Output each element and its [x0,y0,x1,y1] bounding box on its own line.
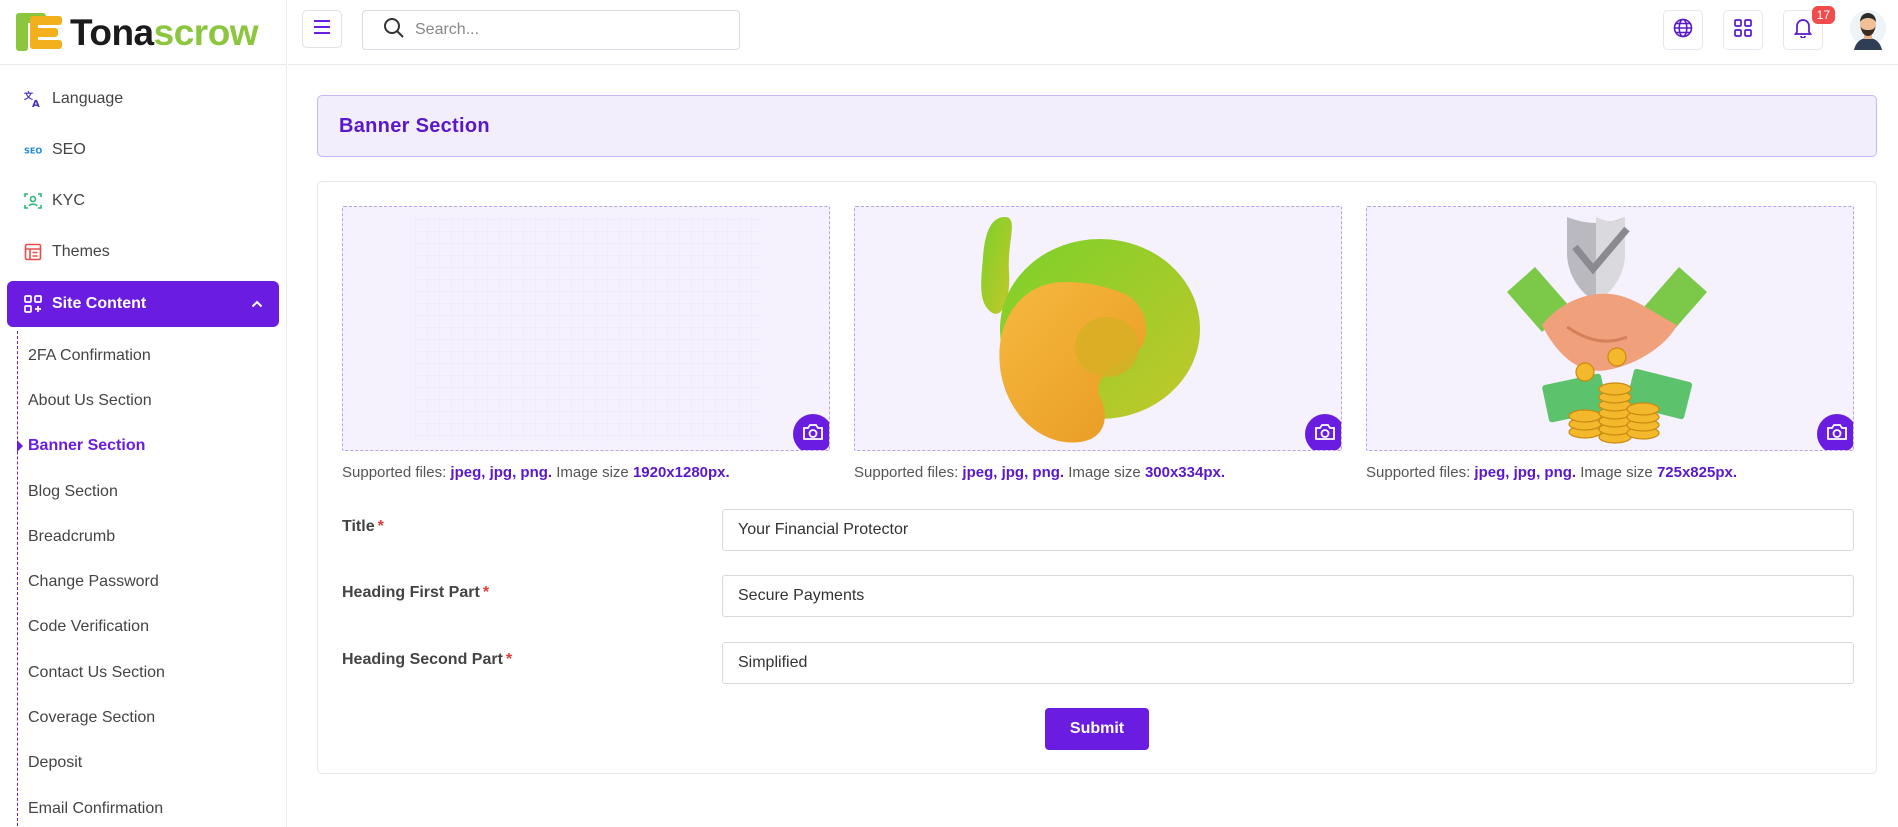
image-dropzone[interactable] [1366,206,1854,451]
heading-second-part-input[interactable] [722,642,1854,684]
site-content-submenu: 2FA Confirmation About Us Section Banner… [17,331,286,827]
page-title: Banner Section [339,114,490,137]
sidebar-item-label: KYC [52,191,85,209]
form-row-heading-first: Heading First Part * [342,575,1854,617]
language-button[interactable] [1663,10,1703,50]
brand-logo[interactable]: Tonascrow [0,0,286,64]
upload-camera-button[interactable] [1305,414,1341,450]
seo-icon: SEO [24,141,42,159]
menu-toggle-button[interactable] [302,10,342,48]
submenu-item-change-password[interactable]: Change Password [18,559,286,604]
grid-plus-icon [24,295,42,313]
image-dropzone[interactable] [854,206,1342,451]
sidebar-item-label: Themes [52,242,110,260]
upload-background-image: Supported files: jpeg, jpg, png. Image s… [342,206,830,481]
heading-first-part-label: Heading First Part * [342,584,490,601]
submenu-item-email-confirmation[interactable]: Email Confirmation [18,786,286,827]
abstract-shape-image [981,217,1200,443]
search-input[interactable] [415,21,715,39]
section-header: Banner Section [317,95,1877,157]
sidebar: Tonascrow 文A Language SEO SEO KYC Themes [0,0,287,827]
upload-hero-image: Supported files: jpeg, jpg, png. Image s… [1366,206,1854,481]
bell-icon [1793,18,1813,42]
hamburger-icon [313,20,331,38]
submenu-item-about-us-section[interactable]: About Us Section [18,378,286,423]
brand-name: Tonascrow [70,11,259,53]
sidebar-item-seo[interactable]: SEO SEO [0,124,286,175]
sidebar-item-label: SEO [52,140,86,158]
search-box[interactable] [362,10,740,50]
form-row-title: Title * [342,509,1854,551]
title-label: Title * [342,518,384,535]
sidebar-item-language[interactable]: 文A Language [0,73,286,124]
upload-camera-button[interactable] [1817,414,1853,450]
handshake-money-image [1507,217,1707,444]
upload-camera-button[interactable] [793,414,829,450]
camera-icon [1826,422,1848,446]
svg-text:A: A [32,99,40,108]
banner-form-card: Supported files: jpeg, jpg, png. Image s… [317,181,1877,774]
svg-text:SEO: SEO [24,145,42,155]
submenu-item-coverage-section[interactable]: Coverage Section [18,695,286,740]
logo-mark-icon [16,13,68,51]
themes-icon [24,243,42,261]
heading-second-part-label: Heading Second Part * [342,651,513,668]
image-uploads: Supported files: jpeg, jpg, png. Image s… [342,206,1854,481]
avatar[interactable] [1850,10,1886,50]
submit-button[interactable]: Submit [1045,708,1149,750]
submenu-item-blog-section[interactable]: Blog Section [18,469,286,514]
sidebar-item-site-content[interactable]: Site Content [7,281,279,327]
camera-icon [1314,422,1336,446]
translate-icon: 文A [24,90,42,108]
grid-icon [1734,19,1752,41]
submenu-item-banner-section[interactable]: Banner Section [17,424,286,469]
form-row-heading-second: Heading Second Part * [342,642,1854,684]
notifications-button[interactable]: 17 [1783,6,1835,50]
face-scan-icon [24,192,42,210]
submenu-item-contact-us-section[interactable]: Contact Us Section [18,650,286,695]
upload-hint: Supported files: jpeg, jpg, png. Image s… [342,464,730,481]
submenu-item-deposit[interactable]: Deposit [18,741,286,786]
upload-shape-image: Supported files: jpeg, jpg, png. Image s… [854,206,1342,481]
globe-icon [1673,18,1693,42]
submenu-item-code-verification[interactable]: Code Verification [18,605,286,650]
search-icon [383,17,405,43]
apps-button[interactable] [1723,10,1763,50]
background-preview-image [413,217,763,442]
camera-icon [802,422,824,446]
sidebar-item-themes[interactable]: Themes [0,226,286,277]
submenu-item-2fa-confirmation[interactable]: 2FA Confirmation [18,333,286,378]
image-dropzone[interactable] [342,206,830,451]
sidebar-item-label: Site Content [52,295,147,312]
heading-first-part-input[interactable] [722,575,1854,617]
top-header: 17 [288,0,1898,65]
submenu-item-breadcrumb[interactable]: Breadcrumb [18,514,286,559]
notification-count-badge: 17 [1811,6,1835,24]
sidebar-item-kyc[interactable]: KYC [0,175,286,226]
upload-hint: Supported files: jpeg, jpg, png. Image s… [1366,464,1738,481]
title-input[interactable] [722,509,1854,551]
sidebar-item-label: Language [52,89,124,107]
chevron-up-icon [251,295,263,313]
upload-hint: Supported files: jpeg, jpg, png. Image s… [854,464,1226,481]
